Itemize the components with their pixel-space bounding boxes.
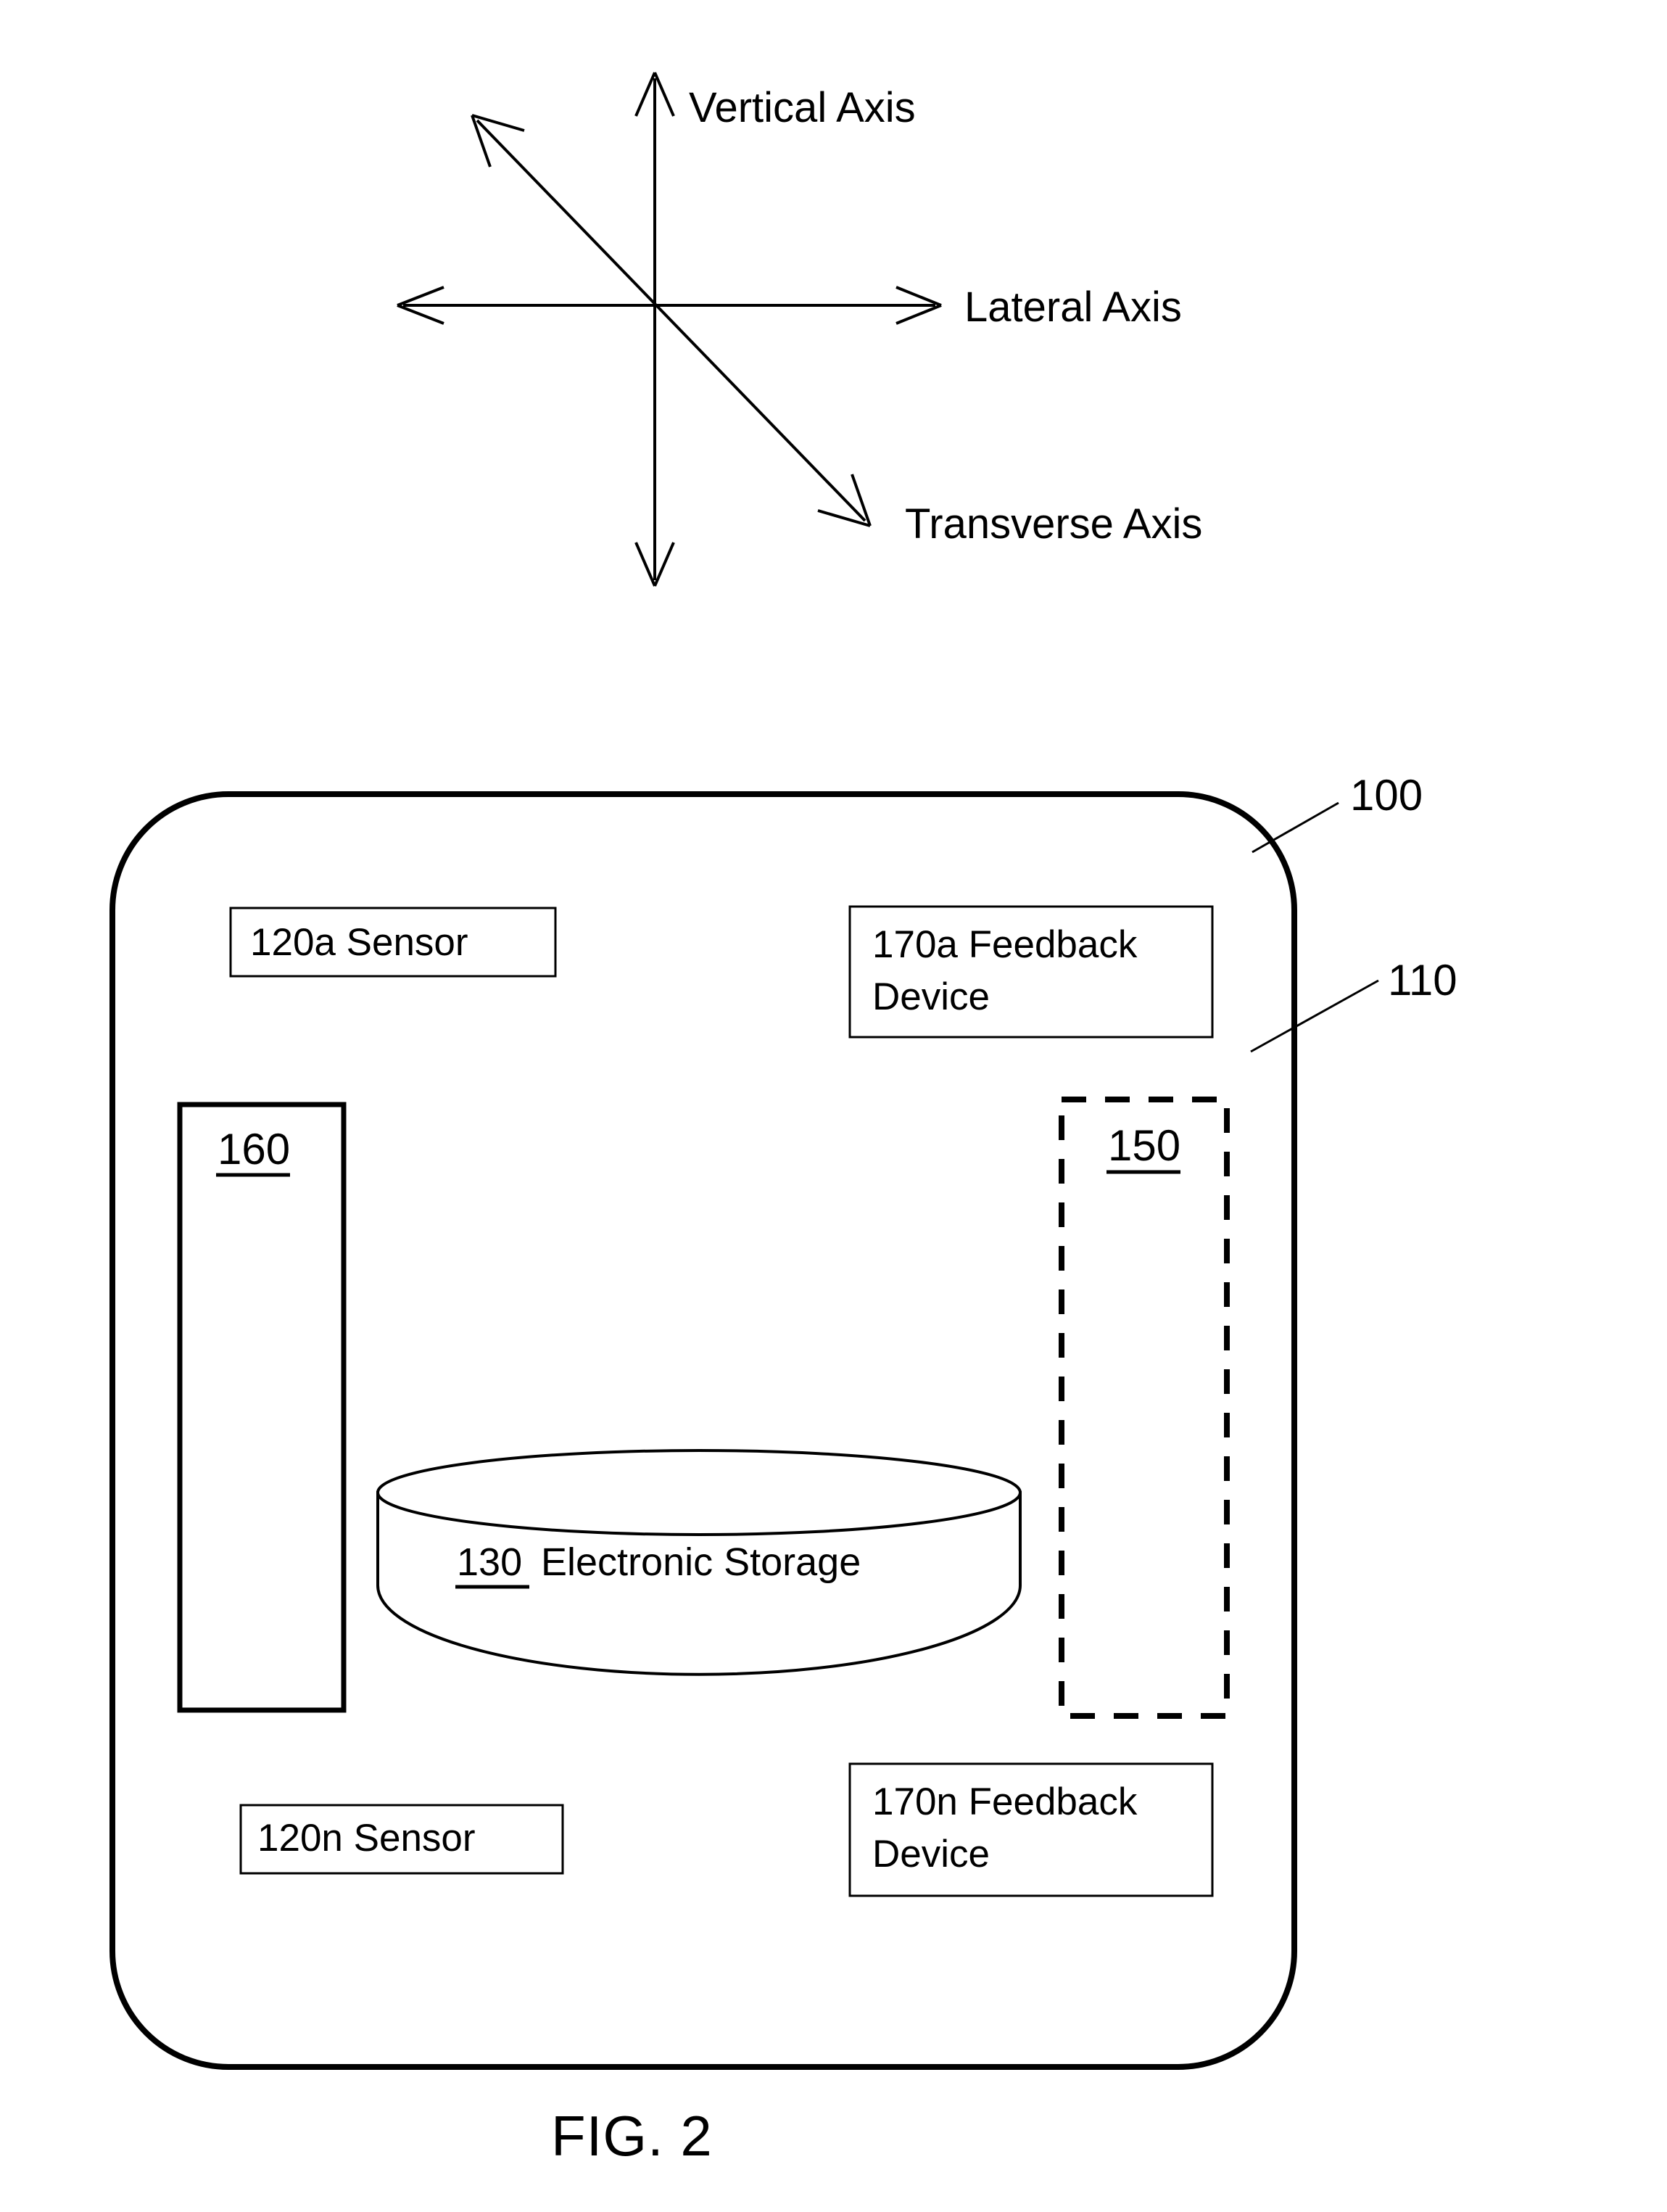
vertical-axis-label: Vertical Axis [689,84,916,131]
storage-name-label: Electronic Storage [541,1540,861,1584]
storage-ref-number: 130 [457,1540,522,1584]
feedback-n-label-line2: Device [872,1833,990,1875]
patent-figure-2: Vertical Axis Lateral Axis Transverse Ax… [0,0,1667,2212]
processor-160-box[interactable] [177,1102,347,1713]
ref-number-150: 150 [1108,1121,1180,1170]
ref-number-160: 160 [218,1125,290,1173]
lateral-axis-label: Lateral Axis [964,284,1182,331]
transverse-axis-label: Transverse Axis [905,500,1202,548]
sensor-a-label: 120a Sensor [250,921,468,964]
figure-caption: FIG. 2 [551,2104,713,2168]
ref-number-110: 110 [1388,956,1457,1004]
feedback-a-label-line1: 170a Feedback [872,923,1138,966]
figure-page: Vertical Axis Lateral Axis Transverse Ax… [0,0,1667,2212]
device-diagram: 100 110 120a Sensor 170a Feedback Device… [109,771,1457,2070]
feedback-a-label-line2: Device [872,975,990,1018]
feedback-n-label-line1: 170n Feedback [872,1780,1138,1823]
ref-number-100: 100 [1350,771,1423,820]
sensor-n-label: 120n Sensor [257,1817,476,1860]
